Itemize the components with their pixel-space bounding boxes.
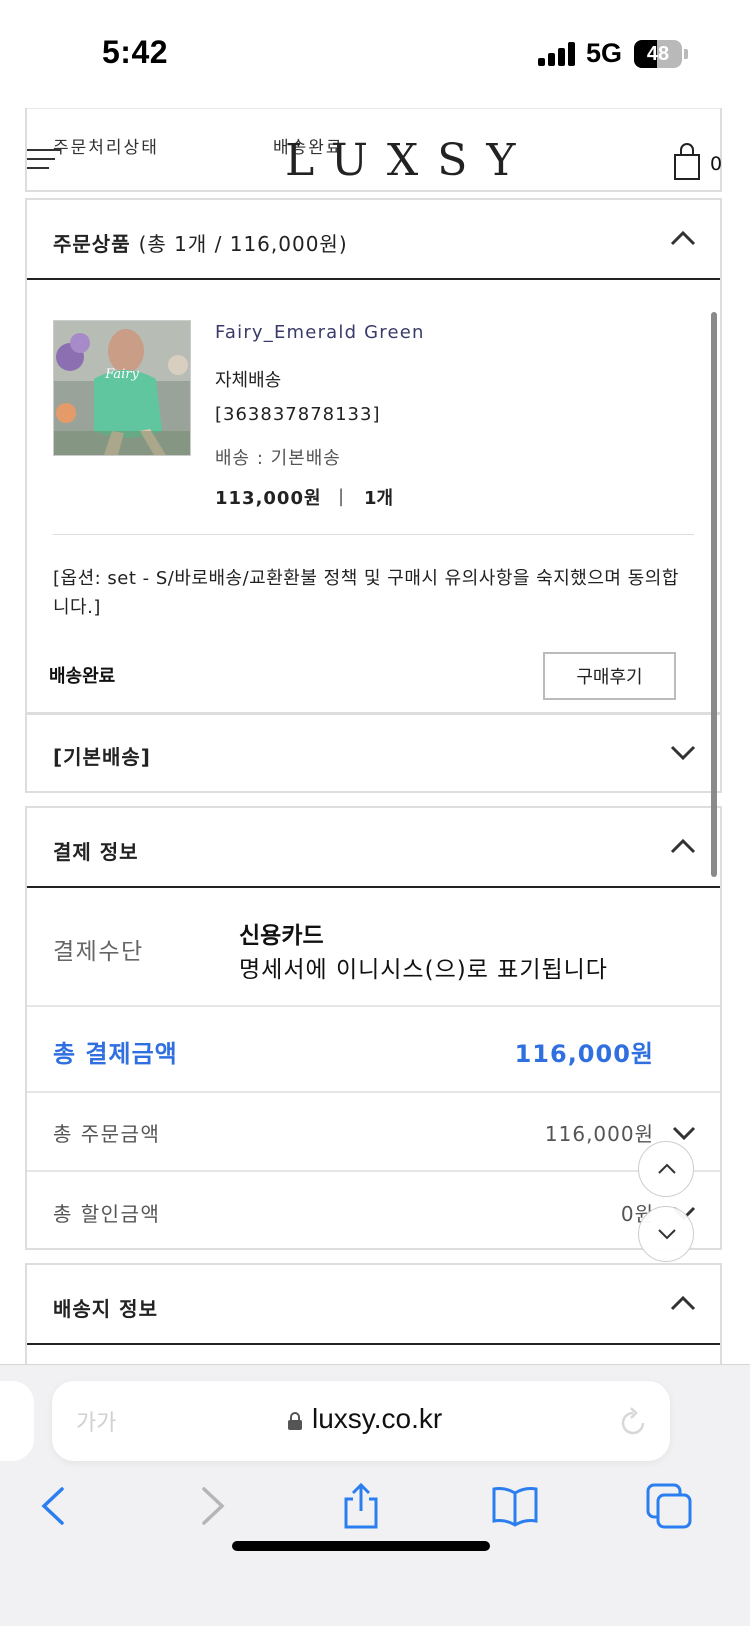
battery-level: 48 — [646, 43, 670, 65]
battery-icon: 48 — [634, 40, 682, 68]
chevron-up-icon[interactable] — [670, 1295, 696, 1311]
payment-method-note: 명세서에 이니시스(으)로 표기됩니다 — [239, 957, 608, 983]
order-summary: (총 1개 / 116,000원) — [138, 232, 348, 256]
tabs-icon[interactable] — [644, 1481, 694, 1531]
order-code: [363837878133] — [215, 404, 381, 425]
product-quantity: 1개 — [364, 488, 394, 509]
order-amount-value: 116,000원 — [544, 1122, 654, 1146]
write-review-button[interactable]: 구매후기 — [543, 652, 676, 700]
cart-count: 0 — [710, 153, 723, 175]
battery-tip — [684, 49, 688, 59]
status-bar: 5:42 5G 48 — [0, 0, 750, 108]
thumbnail-text: Fairy — [105, 367, 139, 382]
delivery-info-header[interactable]: 배송지 정보 — [27, 1265, 720, 1345]
basic-shipping-title: [기본배송] — [53, 745, 151, 769]
lock-icon — [288, 1412, 302, 1430]
order-items-header[interactable]: 주문상품 (총 1개 / 116,000원) — [27, 200, 720, 280]
delivery-status: 배송완료 — [49, 666, 116, 687]
divider — [53, 534, 694, 535]
price-separator: | — [338, 486, 345, 507]
payment-method-label: 결제수단 — [53, 939, 144, 965]
order-amount-label: 총 주문금액 — [53, 1122, 161, 1146]
delivery-info-title: 배송지 정보 — [53, 1297, 158, 1321]
product-image — [54, 321, 190, 455]
discount-amount-label: 총 할인금액 — [53, 1202, 161, 1226]
chevron-down-icon — [658, 1229, 676, 1240]
network-type: 5G — [586, 38, 623, 68]
back-icon[interactable] — [30, 1481, 80, 1531]
bookmarks-icon[interactable] — [490, 1481, 540, 1531]
order-items-section: 주문상품 (총 1개 / 116,000원) Fairy Fairy_Emera… — [25, 198, 722, 714]
clock: 5:42 — [102, 34, 169, 70]
payment-method-name: 신용카드 — [239, 923, 324, 949]
product-option: [옵션: set - S/바로배송/교환환불 정책 및 구매시 유의사항을 숙지… — [53, 568, 679, 618]
reload-icon[interactable] — [618, 1405, 648, 1437]
chevron-up-icon[interactable] — [670, 838, 696, 854]
menu-icon[interactable] — [27, 149, 61, 175]
chevron-down-icon[interactable] — [670, 745, 696, 761]
total-payment-label: 총 결제금액 — [53, 1040, 178, 1068]
url-text[interactable]: luxsy.co.kr — [312, 1403, 442, 1435]
basic-shipping-row[interactable]: [기본배송] — [25, 713, 722, 793]
brand-logo[interactable]: LUXSY — [285, 137, 534, 185]
shipping-type: 자체배송 — [215, 370, 282, 391]
payment-title: 결제 정보 — [53, 840, 139, 864]
scrollbar[interactable] — [711, 312, 717, 877]
divider — [27, 1091, 720, 1093]
chevron-down-icon[interactable] — [672, 1126, 696, 1140]
shipping-method: 배송 : 기본배송 — [215, 448, 341, 469]
section-title: 주문상품 (총 1개 / 116,000원) — [53, 232, 348, 256]
divider — [27, 1170, 720, 1172]
product-name[interactable]: Fairy_Emerald Green — [215, 322, 425, 343]
share-icon[interactable] — [336, 1481, 386, 1531]
payment-header[interactable]: 결제 정보 — [27, 808, 720, 888]
previous-tab-pill[interactable] — [0, 1381, 34, 1461]
chevron-up-icon — [658, 1163, 676, 1174]
chevron-up-icon[interactable] — [670, 230, 696, 246]
cellular-signal-icon — [538, 42, 576, 66]
forward-icon[interactable] — [186, 1481, 236, 1531]
product-thumbnail[interactable]: Fairy — [53, 320, 191, 456]
address-bar[interactable]: 가가 luxsy.co.kr — [52, 1381, 670, 1461]
text-size-button[interactable]: 가가 — [76, 1405, 116, 1437]
scroll-to-bottom-button[interactable] — [638, 1206, 694, 1262]
payment-section: 결제 정보 결제수단 신용카드 명세서에 이니시스(으)로 표기됩니다 총 결제… — [25, 806, 722, 1250]
home-indicator[interactable] — [232, 1541, 490, 1551]
divider — [27, 1005, 720, 1007]
shopping-bag-icon[interactable] — [673, 143, 701, 181]
total-payment-value: 116,000원 — [514, 1040, 654, 1068]
scroll-to-top-button[interactable] — [638, 1141, 694, 1197]
site-header: 주문처리상태 배송완료 LUXSY 0 — [25, 108, 722, 192]
browser-toolbar: 가가 luxsy.co.kr — [0, 1364, 750, 1626]
order-status-label: 주문처리상태 — [53, 138, 159, 158]
product-price: 113,000원 — [215, 488, 322, 509]
